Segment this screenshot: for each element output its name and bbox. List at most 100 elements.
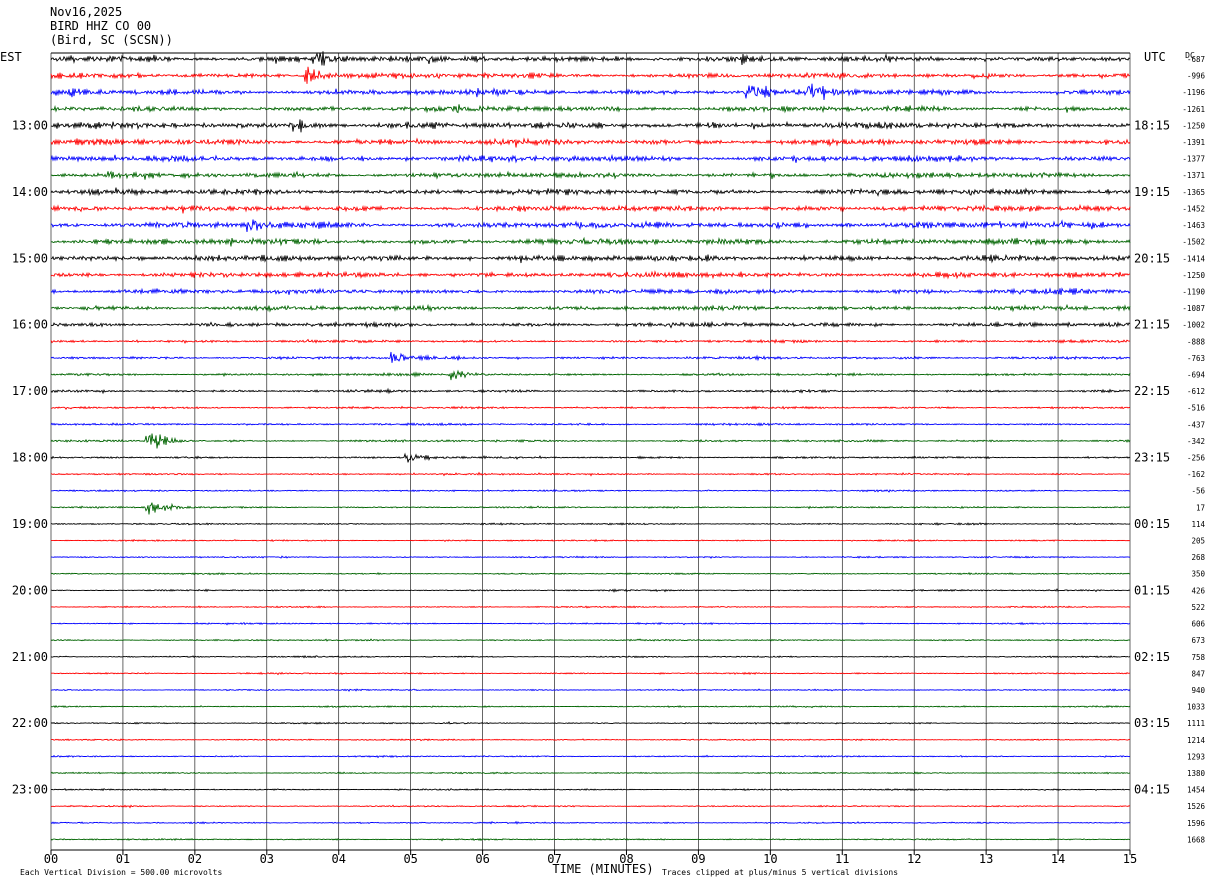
- x-tick-label: 02: [188, 852, 202, 866]
- hour-label-left: 15:00: [12, 251, 48, 265]
- dc-offset-label: -1002: [1182, 321, 1205, 330]
- dc-offset-label: -1196: [1182, 88, 1205, 97]
- dc-offset-label: 426: [1191, 586, 1205, 595]
- trace-row-9: [50, 187, 1131, 197]
- hour-label-left: 17:00: [12, 384, 48, 398]
- dc-offset-label: -516: [1187, 404, 1206, 413]
- dc-offset-label: -1463: [1182, 221, 1205, 230]
- trace-row-20: [50, 369, 1131, 381]
- dc-offset-label: -1250: [1182, 121, 1205, 130]
- trace-row-19: [50, 351, 1131, 363]
- hour-label-left: 21:00: [12, 650, 48, 664]
- dc-offset-label: 673: [1191, 636, 1205, 645]
- dc-offset-label: -1371: [1182, 171, 1205, 180]
- hour-label-left: 18:00: [12, 451, 48, 465]
- trace-row-31: [50, 555, 1131, 559]
- trace-row-27: [50, 488, 1131, 493]
- x-tick-label: 03: [260, 852, 274, 866]
- trace-row-15: [50, 287, 1131, 296]
- hour-label-right: 22:15: [1134, 384, 1170, 398]
- x-tick-label: 01: [116, 852, 130, 866]
- trace-row-6: [50, 137, 1131, 148]
- hour-label-left: 19:00: [12, 517, 48, 531]
- x-tick-label: 12: [907, 852, 921, 866]
- trace-row-43: [50, 754, 1131, 759]
- dc-offset-label: 758: [1191, 653, 1205, 662]
- x-tick-label: 09: [691, 852, 705, 866]
- hour-label-right: 19:15: [1134, 185, 1170, 199]
- dc-offset-label: -996: [1187, 72, 1206, 81]
- trace-row-11: [50, 219, 1131, 232]
- dc-offset-label: 1596: [1187, 819, 1206, 828]
- trace-row-14: [50, 270, 1131, 280]
- dc-offset-label: 522: [1191, 603, 1205, 612]
- x-tick-label: 06: [475, 852, 489, 866]
- clipping-note: Traces clipped at plus/minus 5 vertical …: [662, 868, 898, 877]
- hour-label-right: 21:15: [1134, 318, 1170, 332]
- dc-offset-label: 1214: [1187, 736, 1206, 745]
- trace-row-47: [50, 820, 1131, 825]
- trace-row-12: [50, 236, 1131, 247]
- hour-label-right: 03:15: [1134, 716, 1170, 730]
- dc-offset-label: -1250: [1182, 271, 1205, 280]
- trace-row-35: [50, 621, 1131, 626]
- trace-row-22: [50, 405, 1130, 411]
- dc-offset-label: 606: [1191, 620, 1205, 629]
- trace-row-32: [50, 571, 1131, 576]
- x-tick-label: 14: [1051, 852, 1065, 866]
- trace-row-17: [50, 320, 1131, 329]
- trace-row-18: [50, 338, 1131, 345]
- dc-offset-label: -1452: [1182, 204, 1205, 213]
- hour-label-left: 20:00: [12, 583, 48, 597]
- x-tick-label: 13: [979, 852, 993, 866]
- trace-row-24: [50, 433, 1131, 449]
- x-tick-label: 04: [332, 852, 346, 866]
- trace-row-23: [50, 422, 1131, 427]
- trace-row-33: [50, 588, 1131, 593]
- hour-label-right: 20:15: [1134, 251, 1170, 265]
- helicorder-plot: EST UTC DC13:0014:0015:0016:0017:0018:0019…: [0, 50, 1206, 877]
- dc-offset-label: -56: [1191, 487, 1205, 496]
- x-tick-label: 10: [763, 852, 777, 866]
- trace-row-21: [50, 387, 1131, 395]
- hour-label-right: 23:15: [1134, 451, 1170, 465]
- hour-label-right: 18:15: [1134, 118, 1170, 132]
- dc-offset-label: -888: [1187, 337, 1206, 346]
- dc-offset-label: -1190: [1182, 287, 1205, 296]
- hour-label-right: 01:15: [1134, 583, 1170, 597]
- trace-row-7: [50, 153, 1131, 164]
- dc-offset-label: 1033: [1187, 703, 1205, 712]
- x-tick-label: 05: [403, 852, 417, 866]
- hour-label-left: 13:00: [12, 118, 48, 132]
- x-axis-title: TIME (MINUTES): [552, 862, 653, 876]
- hour-label-left: 14:00: [12, 185, 48, 199]
- hour-label-right: 00:15: [1134, 517, 1170, 531]
- trace-row-41: [50, 720, 1131, 725]
- hour-label-right: 04:15: [1134, 783, 1170, 797]
- right-timezone-label: UTC: [1144, 50, 1166, 64]
- x-tick-label: 00: [44, 852, 58, 866]
- dc-offset-label: 1454: [1187, 786, 1206, 795]
- x-tick-label: 15: [1123, 852, 1137, 866]
- dc-offset-label: 114: [1191, 520, 1205, 529]
- trace-row-42: [50, 738, 1131, 742]
- dc-offset-label: -437: [1187, 420, 1205, 429]
- trace-row-8: [50, 170, 1131, 180]
- dc-offset-label: -687: [1187, 55, 1205, 64]
- trace-row-3: [50, 83, 1131, 101]
- dc-offset-label: 1526: [1187, 802, 1206, 811]
- trace-row-48: [50, 837, 1131, 842]
- trace-row-44: [50, 771, 1131, 775]
- vertical-division-note: Each Vertical Division = 500.00 microvol…: [20, 868, 222, 877]
- dc-offset-label: -1087: [1182, 304, 1205, 313]
- trace-row-34: [50, 605, 1131, 609]
- trace-row-30: [50, 538, 1131, 543]
- dc-offset-label: -1502: [1182, 238, 1205, 247]
- dc-offset-label: 205: [1191, 537, 1205, 546]
- dc-offset-label: 1380: [1187, 769, 1206, 778]
- dc-offset-label: 1293: [1187, 752, 1205, 761]
- trace-row-28: [50, 502, 1131, 515]
- trace-row-39: [50, 688, 1131, 692]
- trace-row-29: [50, 522, 1131, 526]
- x-tick-label: 11: [835, 852, 849, 866]
